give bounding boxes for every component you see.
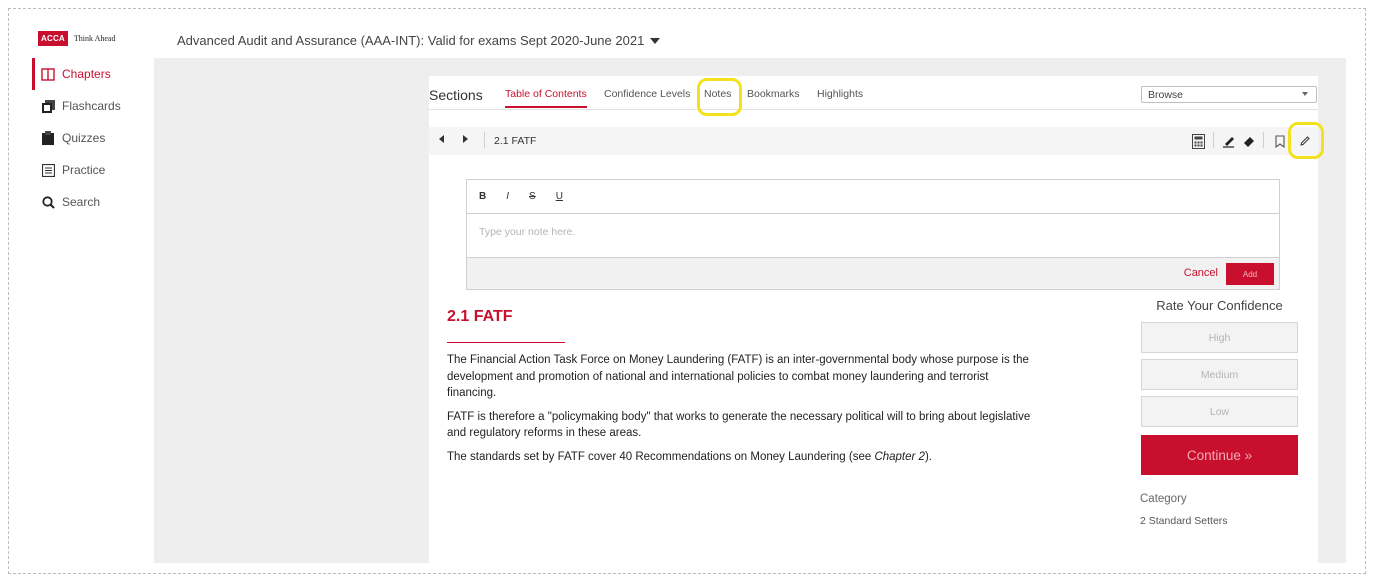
flashcards-icon [41, 99, 55, 113]
toolbar-divider [484, 132, 485, 148]
sidebar-item-label: Quizzes [62, 131, 106, 145]
tab-bookmarks[interactable]: Bookmarks [747, 88, 800, 100]
article-paragraph: FATF is therefore a "policymaking body" … [447, 410, 1031, 440]
content-area: Sections Table of Contents Confidence Le… [429, 76, 1318, 563]
course-title-dropdown[interactable]: Advanced Audit and Assurance (AAA-INT): … [177, 33, 661, 48]
category-label: Category [1140, 493, 1187, 505]
bold-button[interactable]: B [479, 191, 486, 202]
pencil-icon-highlight-ring [1288, 122, 1324, 159]
paragraph-text: The standards set by FATF cover 40 Recom… [447, 450, 875, 463]
category-value: 2 Standard Setters [1140, 515, 1228, 527]
sidebar-item-search[interactable]: Search [32, 186, 152, 218]
highlighter-icon[interactable] [1221, 133, 1237, 149]
book-icon [41, 67, 55, 81]
sidebar-item-label: Flashcards [62, 99, 121, 113]
confidence-panel: Rate Your Confidence High Medium Low Con… [1140, 298, 1298, 527]
confidence-high-button[interactable]: High [1141, 322, 1298, 353]
cancel-button[interactable]: Cancel [1184, 267, 1218, 279]
paragraph-text: ). [924, 450, 932, 463]
prev-arrow-icon[interactable] [439, 135, 444, 143]
sidebar-item-quizzes[interactable]: Quizzes [32, 122, 152, 154]
tab-highlights[interactable]: Highlights [817, 88, 863, 100]
chapter-reference: Chapter 2 [874, 450, 925, 463]
title-divider [447, 342, 565, 343]
eraser-icon[interactable] [1241, 133, 1257, 149]
search-icon [41, 195, 55, 209]
sidebar-item-label: Chapters [62, 67, 111, 81]
toolbar-divider [1263, 132, 1264, 148]
format-toolbar: B I S U [467, 180, 1279, 214]
underline-button[interactable]: U [556, 191, 563, 202]
sidebar-item-label: Practice [62, 163, 106, 177]
tab-table-of-contents[interactable]: Table of Contents [505, 88, 587, 108]
logo-mark: ACCA [38, 31, 68, 46]
browse-select-value: Browse [1148, 89, 1184, 101]
italic-button[interactable]: I [506, 191, 509, 202]
toolbar-divider [1213, 132, 1214, 148]
notes-tab-highlight-ring [697, 78, 742, 116]
tab-confidence-levels[interactable]: Confidence Levels [604, 88, 690, 100]
browse-select[interactable]: Browse [1141, 86, 1317, 103]
sidebar: Chapters Flashcards Quizzes Practice Sea… [32, 58, 152, 218]
logo-tagline: Think Ahead [73, 34, 116, 43]
caret-down-icon [650, 37, 661, 44]
breadcrumb: 2.1 FATF [494, 135, 537, 147]
bookmark-icon[interactable] [1272, 133, 1288, 149]
sections-tabs: Sections Table of Contents Confidence Le… [429, 76, 1318, 110]
note-input[interactable]: Type your note here. [467, 214, 1279, 258]
article: 2.1 FATF The Financial Action Task Force… [447, 308, 1037, 472]
sections-label: Sections [429, 87, 483, 103]
article-title: 2.1 FATF [447, 308, 513, 325]
list-icon [41, 163, 55, 177]
confidence-medium-button[interactable]: Medium [1141, 359, 1298, 390]
calculator-icon[interactable] [1190, 133, 1206, 149]
strikethrough-button[interactable]: S [529, 191, 536, 202]
confidence-low-button[interactable]: Low [1141, 396, 1298, 427]
course-title: Advanced Audit and Assurance (AAA-INT): … [177, 33, 645, 48]
chevron-down-icon [1302, 92, 1308, 96]
reader-toolbar: 2.1 FATF [429, 127, 1318, 155]
article-paragraph: The standards set by FATF cover 40 Recom… [447, 449, 1037, 466]
article-paragraph: The Financial Action Task Force on Money… [447, 354, 1029, 399]
acca-logo[interactable]: ACCA Think Ahead [38, 31, 115, 46]
add-note-button[interactable]: Add [1226, 263, 1274, 285]
sidebar-item-flashcards[interactable]: Flashcards [32, 90, 152, 122]
confidence-title: Rate Your Confidence [1156, 298, 1283, 313]
sidebar-item-label: Search [62, 195, 101, 209]
editor-footer: Cancel Add [467, 258, 1279, 289]
sidebar-item-practice[interactable]: Practice [32, 154, 152, 186]
continue-button[interactable]: Continue » [1141, 435, 1298, 475]
sidebar-item-chapters[interactable]: Chapters [32, 58, 152, 90]
next-arrow-icon[interactable] [463, 135, 468, 143]
clipboard-icon [41, 131, 55, 145]
note-editor: B I S U Type your note here. Cancel Add [466, 179, 1280, 290]
